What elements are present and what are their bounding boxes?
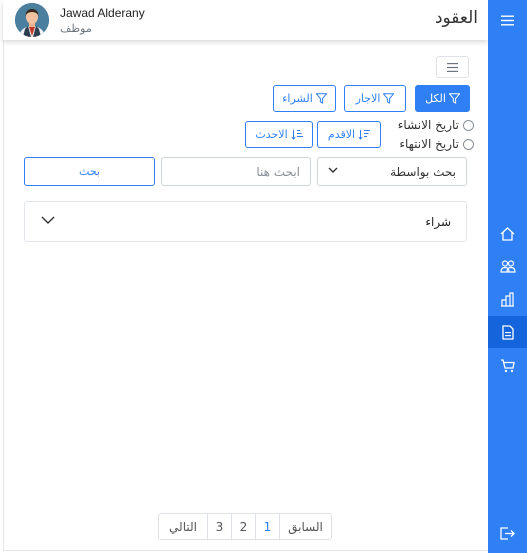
radio-created-option[interactable]: تاريخ الانشاء (398, 118, 474, 132)
result-label: شراء (425, 215, 451, 229)
filter-buy-button[interactable]: الشراء (273, 85, 336, 112)
radio-created[interactable] (463, 119, 474, 131)
radio-expiry-label: تاريخ الانتهاء (399, 137, 459, 151)
sort-newest-label: الاحدث (255, 128, 288, 141)
filter-buy-label: الشراء (282, 92, 313, 105)
sort-oldest-button[interactable]: الاقدم (317, 121, 381, 148)
search-button-label: بحث (79, 165, 100, 178)
sort-descending-icon (291, 130, 303, 140)
menu-toggle-button[interactable] (436, 56, 469, 78)
filter-icon (448, 93, 460, 104)
filter-icon (383, 93, 395, 104)
pagination-page-2[interactable]: 2 (231, 514, 255, 539)
pagination-next[interactable]: التالي (159, 514, 207, 539)
radio-expiry-option[interactable]: تاريخ الانتهاء (399, 137, 474, 151)
sidebar-item-logout[interactable] (488, 517, 527, 549)
page-title: العقود (434, 8, 478, 28)
user-name: Jawad Alderany (60, 6, 145, 20)
pagination-page-3[interactable]: 3 (207, 514, 231, 539)
sidebar-item-cart[interactable] (488, 350, 527, 382)
sidebar-item-buildings[interactable] (488, 283, 527, 315)
pagination-page-1[interactable]: 1 (255, 514, 279, 539)
pagination-prev[interactable]: السابق (279, 514, 331, 539)
filter-all-label: الكل (425, 92, 446, 105)
top-header: Jawad Alderany موظف العقود (3, 0, 488, 40)
chevron-down-icon (41, 216, 55, 224)
filter-all-button[interactable]: الكل (415, 85, 470, 112)
pagination: السابق 1 2 3 التالي (158, 513, 332, 540)
filter-icon (315, 93, 327, 104)
logout-icon (500, 526, 515, 540)
sort-oldest-label: الاقدم (327, 128, 356, 141)
hamburger-icon (447, 62, 458, 72)
filter-rent-label: الاجار (355, 92, 381, 105)
sidebar-item-home[interactable] (488, 218, 527, 250)
sidebar-item-menu[interactable] (488, 4, 527, 36)
sidebar-item-users[interactable] (488, 250, 527, 282)
user-role: موظف (60, 22, 92, 35)
home-icon (500, 227, 515, 241)
result-accordion-item[interactable]: شراء (24, 201, 467, 242)
search-button[interactable]: بحث (24, 157, 155, 186)
contracts-icon (501, 324, 514, 340)
buildings-icon (501, 291, 514, 307)
users-icon (499, 259, 516, 273)
content-frame (3, 0, 488, 551)
search-by-select[interactable]: بحث بواسطة (317, 157, 467, 186)
radio-expiry[interactable] (463, 138, 474, 150)
avatar[interactable] (15, 3, 49, 37)
search-by-value: بحث بواسطة (390, 165, 456, 179)
cart-icon (501, 359, 515, 373)
filter-rent-button[interactable]: الاجار (344, 85, 406, 112)
menu-icon (501, 15, 514, 25)
sidebar (488, 0, 527, 553)
sort-newest-button[interactable]: الاحدث (245, 121, 313, 148)
chevron-down-icon (328, 167, 338, 173)
sidebar-item-contracts[interactable] (488, 316, 527, 348)
radio-created-label: تاريخ الانشاء (397, 118, 459, 132)
search-input[interactable] (161, 157, 311, 186)
sort-ascending-icon (358, 130, 371, 140)
